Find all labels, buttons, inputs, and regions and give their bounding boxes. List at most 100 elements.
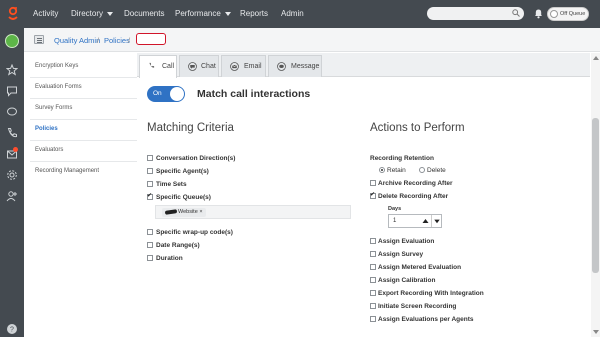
tab-email-label: Email [244,63,262,70]
subnav-evaluation-forms[interactable]: Evaluation Forms [35,84,82,90]
days-stepper[interactable]: 1 [388,214,442,228]
help-icon[interactable]: ? [6,323,18,335]
breadcrumb: Quality Admin / Policies / [24,28,600,52]
criteria-label: Specific Agent(s) [156,168,209,175]
criteria-checkbox-time-sets[interactable] [147,181,153,187]
bell-icon[interactable] [534,8,543,19]
action-label: Initiate Screen Recording [378,303,457,310]
criteria-checkbox-wrapup[interactable] [147,229,153,235]
breadcrumb-quality-admin[interactable]: Quality Admin [54,36,100,45]
tab-message[interactable]: Message [268,55,322,77]
actions-heading: Actions to Perform [370,122,465,134]
redaction-scribble [164,208,178,215]
divider [30,161,153,162]
assign-evaluations-per-agents-checkbox[interactable] [370,316,376,322]
menu-line [37,40,42,41]
subnav-survey-forms[interactable]: Survey Forms [35,105,72,111]
action-label: Assign Calibration [378,277,436,284]
subnav-policies[interactable]: Policies [35,126,58,132]
search-input[interactable] [427,7,524,20]
matching-criteria-heading: Matching Criteria [147,122,234,134]
nav-performance-label: Performance [175,9,221,18]
assign-metered-evaluation-checkbox[interactable] [370,264,376,270]
archive-recording-checkbox[interactable] [370,180,376,186]
menu-line [37,38,42,39]
nav-activity[interactable]: Activity [33,9,58,18]
breadcrumb-current-policy [136,33,166,45]
breadcrumb-policies[interactable]: Policies [104,36,130,45]
scrollbar-thumb[interactable] [592,118,599,273]
criteria-label: Conversation Direction(s) [156,155,236,162]
action-label: Export Recording With Integration [378,290,484,297]
menu-toggle-button[interactable] [34,35,44,44]
days-label: Days [388,206,402,212]
subnav-encryption-keys[interactable]: Encryption Keys [35,63,78,69]
action-label: Assign Evaluation [378,238,435,245]
criteria-label: Date Range(s) [156,242,200,249]
export-recording-checkbox[interactable] [370,290,376,296]
status-label: Off Queue [560,11,586,17]
tab-chat[interactable]: Chat [179,55,219,77]
delete-radio[interactable] [419,167,425,173]
notification-dot [13,147,18,152]
match-interactions-toggle[interactable]: On [147,86,185,102]
divider [30,98,153,99]
retain-label: Retain [387,167,406,174]
avatar[interactable] [5,34,19,48]
criteria-label: Specific wrap-up code(s) [156,229,233,236]
assign-evaluation-checkbox[interactable] [370,238,376,244]
subnav-evaluators[interactable]: Evaluators [35,147,63,153]
user-add-icon[interactable] [6,190,18,202]
nav-directory-label: Directory [71,9,104,18]
days-value: 1 [393,218,397,224]
phone-icon[interactable] [6,127,18,139]
tab-email[interactable]: Email [221,55,266,77]
nav-performance[interactable]: Performance [175,9,231,18]
criteria-checkbox-direction[interactable] [147,155,153,161]
menu-line [37,42,42,43]
criteria-checkbox-date-range[interactable] [147,242,153,248]
action-label: Assign Evaluations per Agents [378,316,474,323]
criteria-checkbox-agents[interactable] [147,168,153,174]
divider [30,119,153,120]
nav-documents[interactable]: Documents [124,9,164,18]
assign-calibration-checkbox[interactable] [370,277,376,283]
star-icon[interactable] [6,64,18,76]
assign-survey-checkbox[interactable] [370,251,376,257]
scroll-up-icon[interactable] [593,56,599,60]
gear-icon[interactable] [6,169,18,181]
tab-chat-label: Chat [201,63,216,70]
subnav-recording-management[interactable]: Recording Management [35,168,99,174]
top-navigation-bar: Activity Directory Documents Performance… [0,0,600,28]
breadcrumb-separator: / [97,36,100,45]
chip-remove-icon[interactable]: × [199,209,202,215]
criteria-label: Specific Queue(s) [156,194,211,201]
tab-call[interactable]: Call [139,55,177,78]
match-interactions-label: Match call interactions [197,88,311,100]
retain-radio[interactable] [379,167,385,173]
decrement-icon[interactable] [431,215,442,227]
increment-icon[interactable] [420,215,431,227]
presence-status-toggle[interactable]: Off Queue [547,7,589,21]
toggle-state-label: On [153,90,162,97]
nav-directory[interactable]: Directory [71,9,114,18]
delete-recording-checkbox[interactable] [370,191,376,199]
nav-reports[interactable]: Reports [240,9,268,18]
queue-chip: Website × [162,208,206,217]
nav-admin[interactable]: Admin [281,9,304,18]
criteria-checkbox-queues[interactable] [147,192,153,200]
message-icon [277,62,286,71]
media-type-tabs: Call Chat Email Message [137,53,590,78]
chat-icon[interactable] [6,85,18,97]
recording-retention-label: Recording Retention [370,155,434,162]
action-label: Delete Recording After [378,193,449,200]
search-icon[interactable] [512,9,520,17]
svg-text:?: ? [10,327,14,334]
comment-icon[interactable] [6,106,18,118]
initiate-screen-recording-checkbox[interactable] [370,303,376,309]
divider [30,140,153,141]
scroll-down-icon[interactable] [593,330,599,334]
criteria-checkbox-duration[interactable] [147,255,153,261]
queue-selector[interactable]: Website × [155,205,351,219]
genesys-logo-icon[interactable] [6,6,20,22]
